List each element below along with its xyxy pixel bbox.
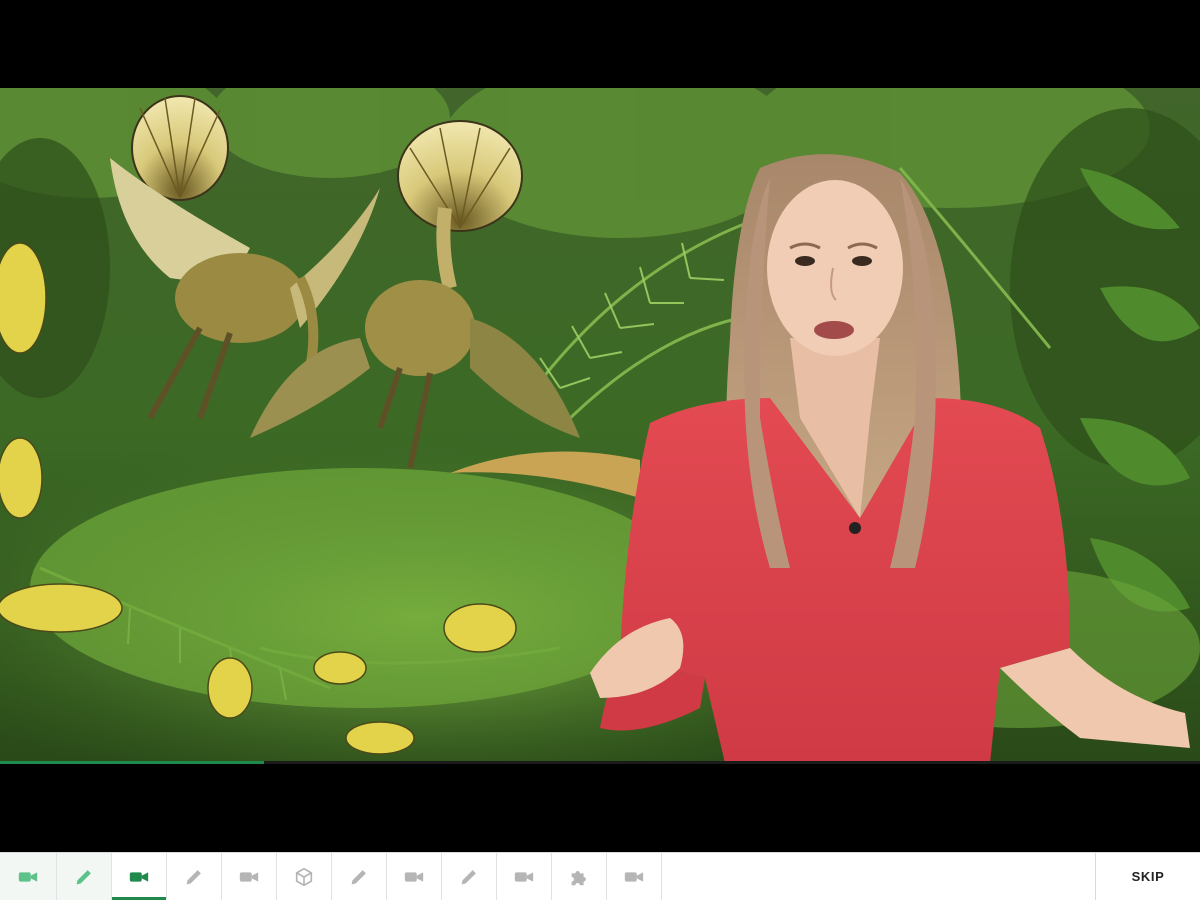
lesson-step-2-exercise[interactable]: [57, 853, 112, 900]
video-camera-icon: [403, 866, 425, 888]
video-progress-fill: [0, 761, 264, 764]
lesson-step-1-video[interactable]: [0, 853, 57, 900]
lesson-step-10-video[interactable]: [497, 853, 552, 900]
lesson-step-5-video[interactable]: [222, 853, 277, 900]
puzzle-piece-icon: [568, 866, 590, 888]
lesson-step-8-video[interactable]: [387, 853, 442, 900]
skip-button[interactable]: SKIP: [1096, 853, 1200, 900]
pencil-icon: [458, 866, 480, 888]
video-frame[interactable]: [0, 88, 1200, 763]
pencil-icon: [183, 866, 205, 888]
lesson-step-12-video[interactable]: [607, 853, 662, 900]
lesson-step-11-puzzle[interactable]: [552, 853, 607, 900]
pencil-icon: [73, 866, 95, 888]
video-camera-icon: [238, 866, 260, 888]
video-camera-icon: [128, 866, 150, 888]
lesson-step-9-exercise[interactable]: [442, 853, 497, 900]
video-camera-icon: [17, 866, 39, 888]
lesson-step-7-exercise[interactable]: [332, 853, 387, 900]
toolbar-spacer: [662, 853, 1096, 900]
video-camera-icon: [623, 866, 645, 888]
lesson-player-page: SKIP: [0, 0, 1200, 900]
lesson-step-4-exercise[interactable]: [167, 853, 222, 900]
lesson-step-3-video[interactable]: [112, 853, 167, 900]
video-still-jungle-presenter: [0, 88, 1200, 763]
cube-icon: [293, 866, 315, 888]
lesson-step-6-3d-model[interactable]: [277, 853, 332, 900]
video-progress-bar[interactable]: [0, 761, 1200, 764]
video-camera-icon: [513, 866, 535, 888]
pencil-icon: [348, 866, 370, 888]
lesson-steps: [0, 853, 662, 900]
video-player[interactable]: [0, 0, 1200, 852]
lesson-navigation-bar: SKIP: [0, 852, 1200, 900]
